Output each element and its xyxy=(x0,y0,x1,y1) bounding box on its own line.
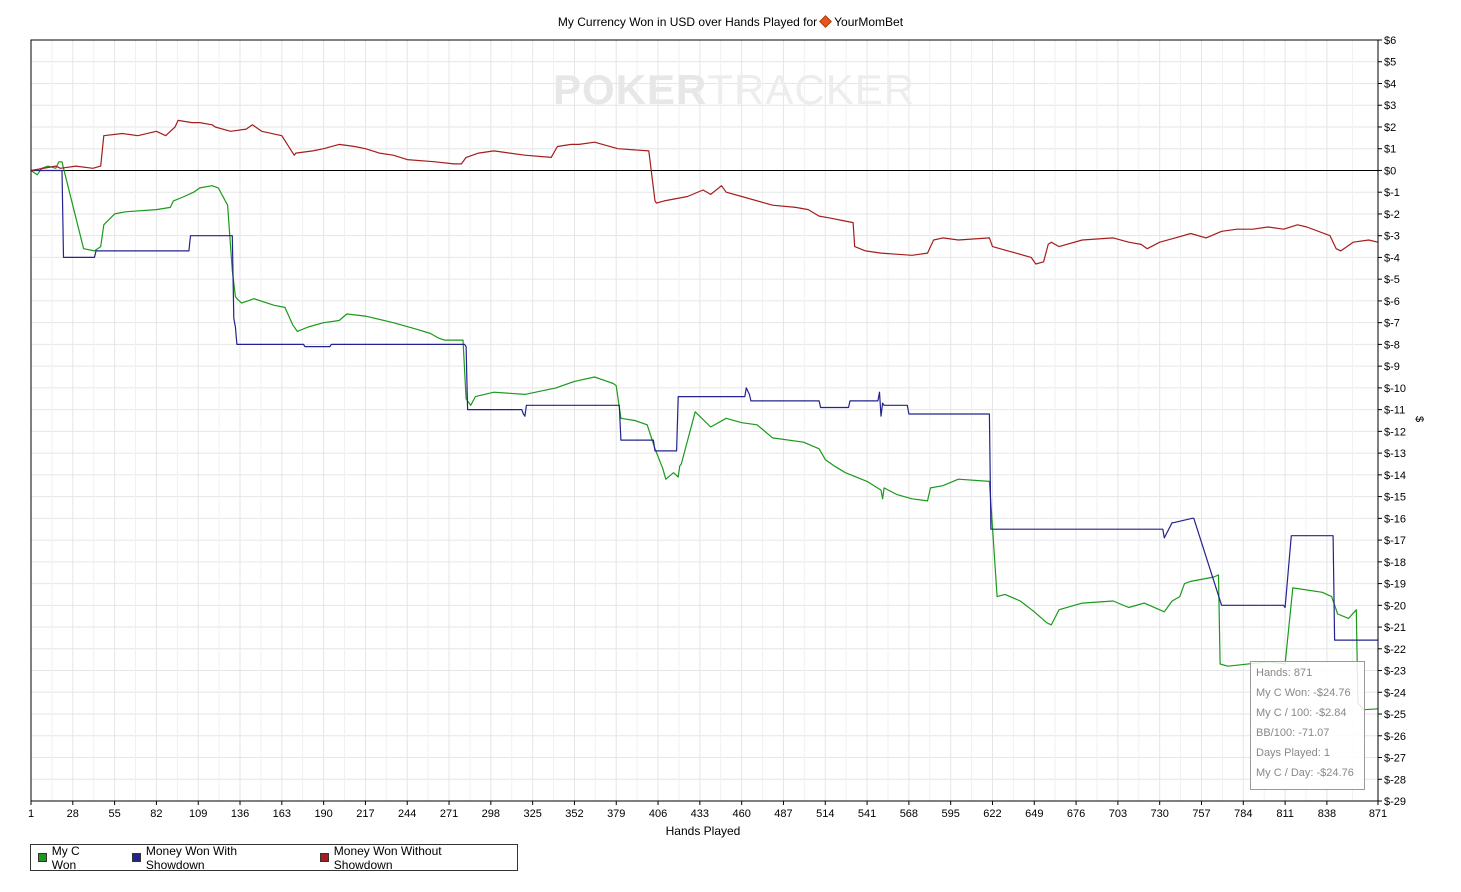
y-tick-label: $-16 xyxy=(1384,513,1406,525)
x-tick-label: 811 xyxy=(1276,808,1294,820)
x-tick-label: 136 xyxy=(231,808,249,820)
x-tick-label: 784 xyxy=(1234,808,1252,820)
x-tick-label: 541 xyxy=(858,808,876,820)
site-diamond-icon xyxy=(819,15,833,28)
x-tick-label: 433 xyxy=(691,808,709,820)
y-tick-label: $-11 xyxy=(1384,405,1405,417)
stats-tooltip: Hands: 871 My C Won: -$24.76 My C / 100:… xyxy=(1250,661,1365,790)
y-tick-label: $-9 xyxy=(1384,361,1400,373)
x-tick-label: 352 xyxy=(565,808,583,820)
y-tick-label: $-25 xyxy=(1384,709,1406,721)
legend: My C Won Money Won With Showdown Money W… xyxy=(30,844,518,872)
legend-item-my-c-won[interactable]: My C Won xyxy=(38,844,105,872)
stat-won: My C Won: -$24.76 xyxy=(1256,687,1351,699)
x-tick-label: 55 xyxy=(108,808,120,820)
y-tick-label: $4 xyxy=(1384,78,1396,90)
x-tick-label: 757 xyxy=(1192,808,1210,820)
legend-label: Money Won With Showdown xyxy=(145,843,238,872)
y-tick-label: $-7 xyxy=(1384,318,1400,330)
legend-label: My C Won xyxy=(51,843,80,872)
x-tick-label: 217 xyxy=(356,808,374,820)
y-tick-label: $-13 xyxy=(1384,448,1406,460)
legend-swatch-blue xyxy=(132,853,141,862)
y-tick-label: $-29 xyxy=(1384,796,1406,808)
chart-title: My Currency Won in USD over Hands Played… xyxy=(0,15,1461,29)
x-axis: 1 28 55 82 109 136 163 190 217 244 271 298 325 352 379… xyxy=(28,801,1387,820)
y-tick-label: $-15 xyxy=(1384,492,1406,504)
x-tick-label: 838 xyxy=(1318,808,1336,820)
x-tick-label: 676 xyxy=(1067,808,1085,820)
y-tick-label: $-24 xyxy=(1384,687,1406,699)
y-tick-label: $-6 xyxy=(1384,296,1400,308)
y-tick-label: $-22 xyxy=(1384,644,1406,656)
x-tick-label: 325 xyxy=(523,808,541,820)
legend-item-without-showdown[interactable]: Money Won Without Showdown xyxy=(320,844,497,872)
y-tick-label: $-5 xyxy=(1384,274,1400,286)
x-tick-label: 730 xyxy=(1151,808,1169,820)
x-tick-label: 871 xyxy=(1369,808,1387,820)
y-tick-label: $-4 xyxy=(1384,252,1400,264)
x-tick-label: 82 xyxy=(150,808,162,820)
y-tick-label: $-8 xyxy=(1384,339,1400,351)
x-tick-label: 298 xyxy=(482,808,500,820)
x-tick-label: 460 xyxy=(732,808,750,820)
stat-hands: Hands: 871 xyxy=(1256,667,1313,679)
stat-days: Days Played: 1 xyxy=(1256,747,1330,759)
legend-swatch-green xyxy=(38,853,47,862)
y-tick-label: $-19 xyxy=(1384,579,1406,591)
chart-canvas: $6 $5 $4 $3 $2 $1 $0 $-1 $-2 $-3 $-4 $-5 $-6 $-7 $-8 $-… xyxy=(28,35,1406,820)
y-tick-label: $-27 xyxy=(1384,753,1406,765)
x-tick-label: 649 xyxy=(1025,808,1043,820)
stat-bb-100: BB/100: -71.07 xyxy=(1256,727,1330,739)
stat-per-100: My C / 100: -$2.84 xyxy=(1256,707,1347,719)
y-tick-label: $-23 xyxy=(1384,666,1406,678)
x-tick-label: 28 xyxy=(67,808,79,820)
x-tick-label: 622 xyxy=(983,808,1001,820)
y-axis-label: $ xyxy=(1413,415,1426,423)
legend-swatch-red xyxy=(320,853,329,862)
site-name: YourMomBet xyxy=(834,15,904,29)
y-tick-label: $-21 xyxy=(1384,622,1406,634)
x-tick-label: 190 xyxy=(314,808,332,820)
y-tick-label: $-18 xyxy=(1384,557,1406,569)
x-tick-label: 244 xyxy=(398,808,416,820)
x-tick-label: 109 xyxy=(189,808,207,820)
y-tick-label: $5 xyxy=(1384,57,1396,69)
x-tick-label: 595 xyxy=(941,808,959,820)
y-tick-label: $-17 xyxy=(1384,535,1406,547)
x-tick-label: 514 xyxy=(816,808,834,820)
x-axis-label: Hands Played xyxy=(665,824,741,838)
y-tick-label: $2 xyxy=(1384,122,1396,134)
legend-label: Money Won Without Showdown xyxy=(333,843,442,872)
watermark-logo: POKERTRACKER xyxy=(553,66,916,113)
x-tick-label: 1 xyxy=(28,808,34,820)
x-tick-label: 568 xyxy=(900,808,918,820)
y-tick-label: $-26 xyxy=(1384,731,1406,743)
y-tick-label: $-28 xyxy=(1384,774,1406,786)
x-tick-label: 406 xyxy=(649,808,667,820)
x-tick-label: 163 xyxy=(273,808,291,820)
y-tick-label: $6 xyxy=(1384,35,1396,47)
x-tick-label: 487 xyxy=(774,808,792,820)
x-tick-label: 703 xyxy=(1109,808,1127,820)
y-tick-label: $3 xyxy=(1384,100,1396,112)
chart-title-text: My Currency Won in USD over Hands Played… xyxy=(557,15,818,29)
y-tick-label: $-3 xyxy=(1384,231,1400,243)
y-tick-label: $0 xyxy=(1384,165,1396,177)
y-tick-label: $-20 xyxy=(1384,600,1406,612)
x-tick-label: 379 xyxy=(607,808,625,820)
y-tick-label: $-2 xyxy=(1384,209,1400,221)
x-tick-label: 271 xyxy=(440,808,458,820)
y-tick-label: $1 xyxy=(1384,144,1396,156)
y-tick-label: $-1 xyxy=(1384,187,1400,199)
y-tick-label: $-14 xyxy=(1384,470,1406,482)
y-tick-label: $-10 xyxy=(1384,383,1406,395)
legend-item-showdown[interactable]: Money Won With Showdown xyxy=(132,844,293,872)
y-tick-label: $-12 xyxy=(1384,426,1406,438)
stat-per-day: My C / Day: -$24.76 xyxy=(1256,767,1354,779)
y-axis: $6 $5 $4 $3 $2 $1 $0 $-1 $-2 $-3 $-4 $-5 $-6 $-7 $-8 $-… xyxy=(1378,35,1406,808)
